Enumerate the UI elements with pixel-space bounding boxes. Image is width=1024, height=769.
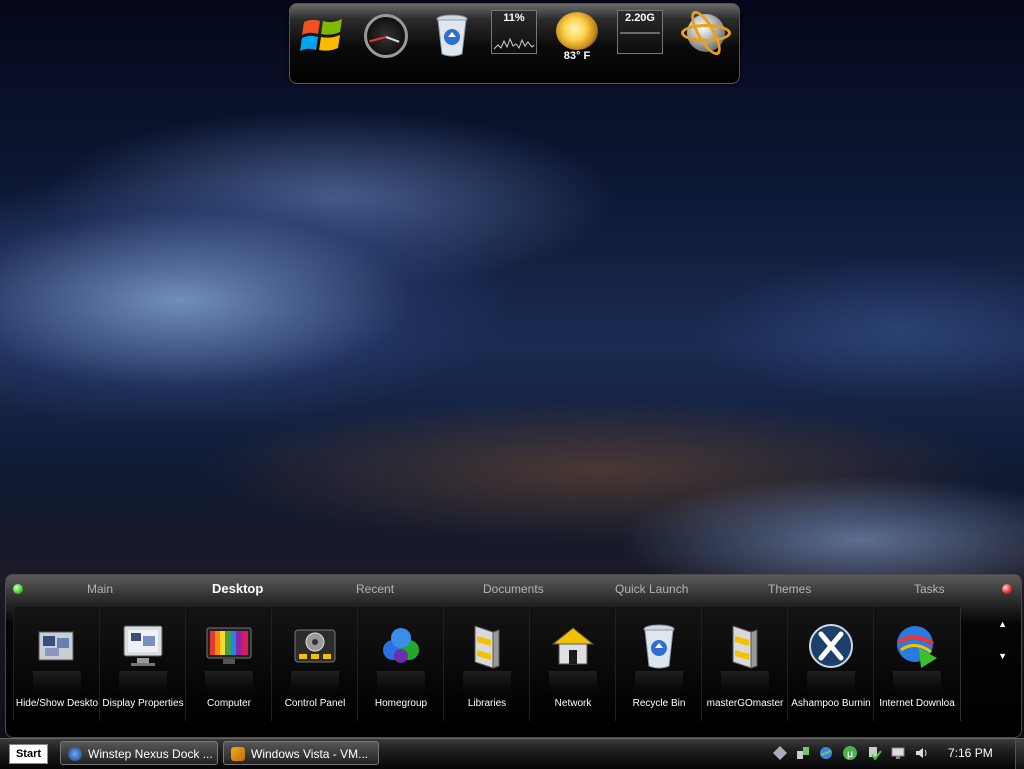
volume-icon[interactable]: [914, 745, 930, 761]
dock-item-label: Homegroup: [374, 698, 428, 709]
dock-item-label: Hide/Show Deskto: [15, 698, 99, 709]
vmware-icon: [231, 747, 245, 761]
weather-temp: 83° F: [563, 50, 591, 62]
hide-show-desktop-icon: [33, 622, 81, 670]
scroll-up-button[interactable]: ▲: [998, 619, 1007, 629]
memory-meter-icon: 2.20G: [617, 10, 667, 78]
computer-monitor-icon: [205, 622, 253, 670]
cpu-meter-icon: 11%: [491, 10, 541, 78]
safely-remove-icon[interactable]: [866, 745, 882, 761]
tab-main[interactable]: Main: [87, 582, 113, 596]
taskbar-item-winstep[interactable]: Winstep Nexus Dock ...: [60, 741, 218, 765]
recycle-bin-icon: [635, 622, 683, 670]
homegroup-icon: [377, 622, 425, 670]
dock-item-mastergomaster[interactable]: masterGOmaster: [701, 607, 789, 721]
start-button[interactable]: Start: [9, 744, 48, 764]
dock-item-label: masterGOmaster: [706, 698, 784, 709]
dock-item-computer[interactable]: Computer: [185, 607, 273, 721]
weather-sun-icon[interactable]: 83° F: [552, 10, 602, 78]
tab-quick-launch[interactable]: Quick Launch: [615, 582, 688, 596]
diamond-icon[interactable]: [772, 745, 788, 761]
dock-item-network[interactable]: Network: [529, 607, 617, 721]
libraries-folder-icon: [463, 622, 511, 670]
dock-item-label: Libraries: [467, 698, 507, 709]
control-panel-icon: [291, 622, 339, 670]
ie-sync-icon[interactable]: [818, 745, 834, 761]
dock-item-label: Computer: [207, 698, 251, 709]
dock-item-control-panel[interactable]: Control Panel: [271, 607, 359, 721]
folder-icon: [721, 622, 769, 670]
dock-item-label: Display Properties: [102, 698, 184, 709]
dock-item-hide-show-desktop[interactable]: Hide/Show Deskto: [13, 607, 101, 721]
nexus-dock-icon: [68, 747, 82, 761]
tab-documents[interactable]: Documents: [483, 582, 544, 596]
dock-item-label: Control Panel: [284, 698, 346, 709]
svg-text:µ: µ: [847, 749, 854, 760]
close-dot-icon[interactable]: [1002, 584, 1012, 594]
taskbar-clock[interactable]: 7:16 PM: [948, 746, 993, 760]
windows-logo-icon[interactable]: [298, 10, 348, 78]
dock-item-recycle-bin[interactable]: Recycle Bin: [615, 607, 703, 721]
dock-item-internet-download[interactable]: Internet Downloa: [873, 607, 961, 721]
desktop-dock: Main Desktop Recent Documents Quick Laun…: [5, 574, 1022, 738]
ashampoo-x-icon: [807, 622, 855, 670]
network-icon[interactable]: [795, 745, 811, 761]
display-properties-icon: [119, 622, 167, 670]
network-house-icon: [549, 622, 597, 670]
dock-item-label: Ashampoo Burnin: [791, 698, 871, 709]
taskbar-item-vmware[interactable]: Windows Vista - VM...: [223, 741, 379, 765]
globe-atom-icon[interactable]: [681, 6, 731, 78]
dock-item-label: Internet Downloa: [879, 698, 955, 709]
tab-recent[interactable]: Recent: [356, 582, 394, 596]
taskbar: Start Winstep Nexus Dock ... Windows Vis…: [0, 738, 1024, 769]
internet-download-manager-icon: [893, 622, 941, 670]
taskbar-item-label: Winstep Nexus Dock ...: [88, 747, 213, 761]
tab-tasks[interactable]: Tasks: [914, 582, 945, 596]
display-icon[interactable]: [890, 745, 906, 761]
dock-item-homegroup[interactable]: Homegroup: [357, 607, 445, 721]
utorrent-icon[interactable]: µ: [842, 745, 858, 761]
dock-item-ashampoo-burning[interactable]: Ashampoo Burnin: [787, 607, 875, 721]
analog-clock-icon[interactable]: [360, 10, 410, 78]
dock-item-display-properties[interactable]: Display Properties: [99, 607, 187, 721]
top-dock: 11% 83° F 2.20G: [289, 3, 740, 84]
taskbar-item-label: Windows Vista - VM...: [251, 747, 369, 761]
dock-tab-bar: Main Desktop Recent Documents Quick Laun…: [6, 575, 1021, 603]
show-desktop-button[interactable]: [1015, 739, 1024, 769]
tab-desktop[interactable]: Desktop: [212, 581, 263, 596]
dock-item-libraries[interactable]: Libraries: [443, 607, 531, 721]
recycle-bin-icon[interactable]: [428, 10, 478, 78]
tab-themes[interactable]: Themes: [768, 582, 811, 596]
green-status-dot-icon[interactable]: [13, 584, 23, 594]
dock-item-label: Network: [554, 698, 592, 709]
dock-item-label: Recycle Bin: [632, 698, 686, 709]
scroll-down-button[interactable]: ▼: [998, 651, 1007, 661]
